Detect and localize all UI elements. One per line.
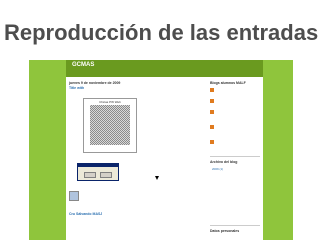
sidebar-divider: [210, 156, 260, 157]
blog-sidebar: Blogs alumnos MALF Archivo del blog 2009…: [210, 81, 260, 240]
sidebar-followers-heading: Blogs alumnos MALF: [210, 81, 246, 85]
post-dialog-screenshot: [77, 163, 119, 181]
sidebar-divider: [210, 225, 260, 226]
feed-icon: [210, 110, 214, 114]
dialog-button-cancel: [100, 172, 112, 178]
blog-title[interactable]: GCMAS: [72, 62, 94, 68]
post-date: jueves 9 de noviembre de 2009: [69, 81, 121, 85]
dialog-titlebar: [78, 164, 118, 167]
blog-screenshot: GCMAS jueves 9 de noviembre de 2009 Titl…: [29, 60, 293, 240]
feed-icon: [210, 140, 214, 144]
post-image-title: Chicas PW Web: [99, 100, 121, 104]
next-post-title[interactable]: Cru Sálvando MASJ: [69, 212, 102, 216]
sidebar-profile-heading: Datos personales: [210, 229, 240, 233]
dialog-button-ok: [84, 172, 96, 178]
slide-title: Reproducción de las entradas: [4, 20, 319, 45]
blog-header: GCMAS: [66, 60, 263, 77]
blog-main-column: jueves 9 de noviembre de 2009 Title with…: [69, 81, 179, 240]
feed-icon: [210, 99, 214, 103]
post-image[interactable]: [90, 105, 130, 145]
archive-year[interactable]: 2009 (1): [212, 167, 223, 171]
sidebar-archive-heading: Archivo del blog: [210, 160, 238, 164]
feed-icon: [210, 88, 214, 92]
post-thumbnail[interactable]: [69, 191, 79, 201]
post-title[interactable]: Title with: [69, 86, 84, 90]
post-image-window: Chicas PW Web: [83, 98, 137, 153]
blog-page: GCMAS jueves 9 de noviembre de 2009 Titl…: [66, 60, 263, 240]
feed-icon: [210, 125, 214, 129]
cursor-arrow-icon: [155, 176, 159, 180]
